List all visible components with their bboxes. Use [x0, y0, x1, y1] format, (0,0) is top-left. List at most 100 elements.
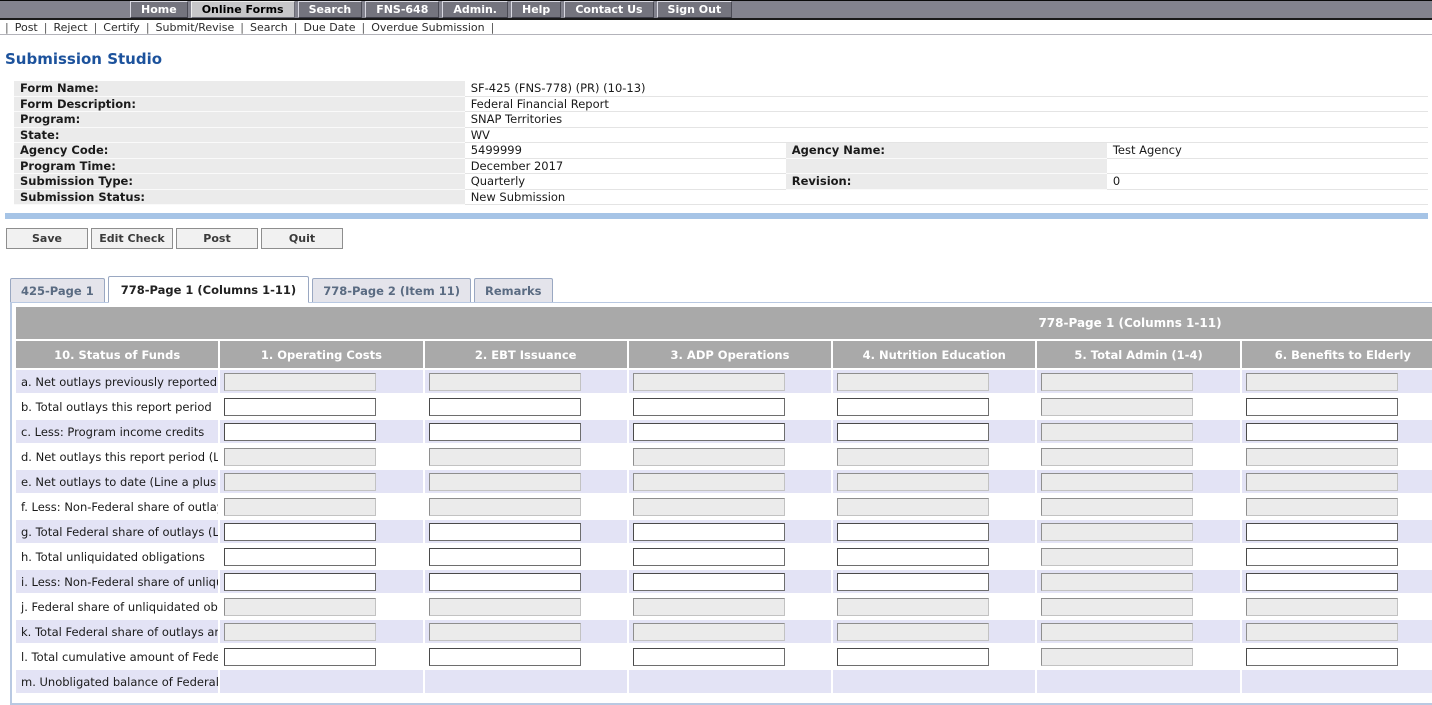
- amount-input[interactable]: [837, 573, 989, 591]
- grid-cell: [1037, 620, 1239, 643]
- divider-bar: [5, 213, 1428, 219]
- grid-cell: [1242, 545, 1432, 568]
- form-info-label: Form Description:: [14, 96, 465, 112]
- form-info-row: Form Name:SF-425 (FNS-778) (PR) (10-13): [14, 81, 1428, 96]
- amount-input[interactable]: [224, 423, 376, 441]
- form-info-value: [1107, 158, 1428, 174]
- amount-input[interactable]: [224, 523, 376, 541]
- amount-input[interactable]: [837, 548, 989, 566]
- column-header-3-adp-operations: 3. ADP Operations: [629, 341, 831, 368]
- amount-input: [1041, 473, 1193, 491]
- amount-input[interactable]: [1246, 423, 1398, 441]
- nav-button-home[interactable]: Home: [130, 1, 188, 18]
- nav-button-online-forms[interactable]: Online Forms: [191, 1, 295, 18]
- grid-cell: [629, 670, 831, 693]
- amount-input[interactable]: [429, 523, 581, 541]
- save-button[interactable]: Save: [6, 228, 88, 249]
- amount-input: [1246, 473, 1398, 491]
- nav-button-sign-out[interactable]: Sign Out: [657, 1, 733, 18]
- amount-input[interactable]: [1246, 523, 1398, 541]
- grid-cell: [1242, 395, 1432, 418]
- tab-425-page-1[interactable]: 425-Page 1: [10, 278, 105, 302]
- amount-input: [1041, 448, 1193, 466]
- grid-cell: [220, 545, 422, 568]
- amount-input: [224, 373, 376, 391]
- quit-button[interactable]: Quit: [261, 228, 343, 249]
- form-info-value: Test Agency: [1107, 143, 1428, 159]
- amount-input[interactable]: [1246, 398, 1398, 416]
- menu-item-submit-revise[interactable]: Submit/Revise: [153, 21, 238, 34]
- form-info-label: Agency Name:: [786, 143, 1107, 159]
- menu-item-post[interactable]: Post: [12, 21, 41, 34]
- amount-input: [1246, 623, 1398, 641]
- post-button[interactable]: Post: [176, 228, 258, 249]
- tab-778-page-1-columns-1-11[interactable]: 778-Page 1 (Columns 1-11): [108, 276, 309, 303]
- amount-input: [429, 473, 581, 491]
- amount-input[interactable]: [633, 573, 785, 591]
- form-info-row: Program Time:December 2017: [14, 158, 1428, 174]
- grid-row-m: m. Unobligated balance of Federal funds: [16, 670, 1432, 693]
- grid-row-a: a. Net outlays previously reported: [16, 370, 1432, 393]
- column-header-1-operating-costs: 1. Operating Costs: [220, 341, 422, 368]
- grid-cell: [1037, 570, 1239, 593]
- amount-input[interactable]: [1246, 648, 1398, 666]
- nav-button-search[interactable]: Search: [298, 1, 363, 18]
- amount-input[interactable]: [429, 423, 581, 441]
- tab-remarks[interactable]: Remarks: [474, 278, 553, 302]
- nav-button-admin[interactable]: Admin.: [442, 1, 508, 18]
- amount-input: [1246, 598, 1398, 616]
- grid-cell: [220, 470, 422, 493]
- nav-button-fns-648[interactable]: FNS-648: [365, 1, 439, 18]
- grid-cell: [833, 420, 1035, 443]
- form-info-value: SNAP Territories: [465, 112, 1428, 128]
- toolbar: SaveEdit CheckPostQuit: [6, 228, 1432, 249]
- nav-button-help[interactable]: Help: [511, 1, 561, 18]
- amount-input[interactable]: [633, 398, 785, 416]
- amount-input: [633, 373, 785, 391]
- edit-check-button[interactable]: Edit Check: [91, 228, 173, 249]
- grid-cell: [1037, 520, 1239, 543]
- amount-input[interactable]: [224, 548, 376, 566]
- form-info-label: State:: [14, 127, 465, 143]
- amount-input: [1041, 523, 1193, 541]
- amount-input[interactable]: [837, 398, 989, 416]
- amount-input[interactable]: [429, 398, 581, 416]
- nav-button-contact-us[interactable]: Contact Us: [564, 1, 653, 18]
- page-title: Submission Studio: [5, 50, 1432, 68]
- amount-input[interactable]: [224, 398, 376, 416]
- amount-input[interactable]: [429, 548, 581, 566]
- amount-input[interactable]: [837, 523, 989, 541]
- menu-item-search[interactable]: Search: [247, 21, 291, 34]
- amount-input[interactable]: [633, 548, 785, 566]
- amount-input: [1041, 373, 1193, 391]
- amount-input[interactable]: [633, 648, 785, 666]
- grid-cell: [833, 570, 1035, 593]
- amount-input[interactable]: [1246, 548, 1398, 566]
- form-info-value: December 2017: [465, 158, 786, 174]
- amount-input: [429, 598, 581, 616]
- menu-item-due-date[interactable]: Due Date: [300, 21, 358, 34]
- amount-input: [633, 623, 785, 641]
- grid-cell: [629, 620, 831, 643]
- amount-input: [633, 498, 785, 516]
- menu-item-certify[interactable]: Certify: [100, 21, 143, 34]
- amount-input[interactable]: [633, 523, 785, 541]
- amount-input[interactable]: [837, 423, 989, 441]
- grid-cell: [629, 445, 831, 468]
- amount-input[interactable]: [837, 648, 989, 666]
- amount-input[interactable]: [633, 423, 785, 441]
- grid-cell: [425, 620, 627, 643]
- menu-item-overdue-submission[interactable]: Overdue Submission: [368, 21, 487, 34]
- amount-input[interactable]: [224, 573, 376, 591]
- amount-input: [224, 598, 376, 616]
- form-info-row: Program:SNAP Territories: [14, 112, 1428, 128]
- grid-cell: [833, 495, 1035, 518]
- amount-input[interactable]: [429, 648, 581, 666]
- menu-item-reject[interactable]: Reject: [50, 21, 90, 34]
- grid-cell: [1037, 420, 1239, 443]
- tab-778-page-2-item-11[interactable]: 778-Page 2 (Item 11): [312, 278, 471, 302]
- amount-input[interactable]: [429, 573, 581, 591]
- amount-input[interactable]: [1246, 573, 1398, 591]
- form-info-label: Program Time:: [14, 158, 465, 174]
- amount-input[interactable]: [224, 648, 376, 666]
